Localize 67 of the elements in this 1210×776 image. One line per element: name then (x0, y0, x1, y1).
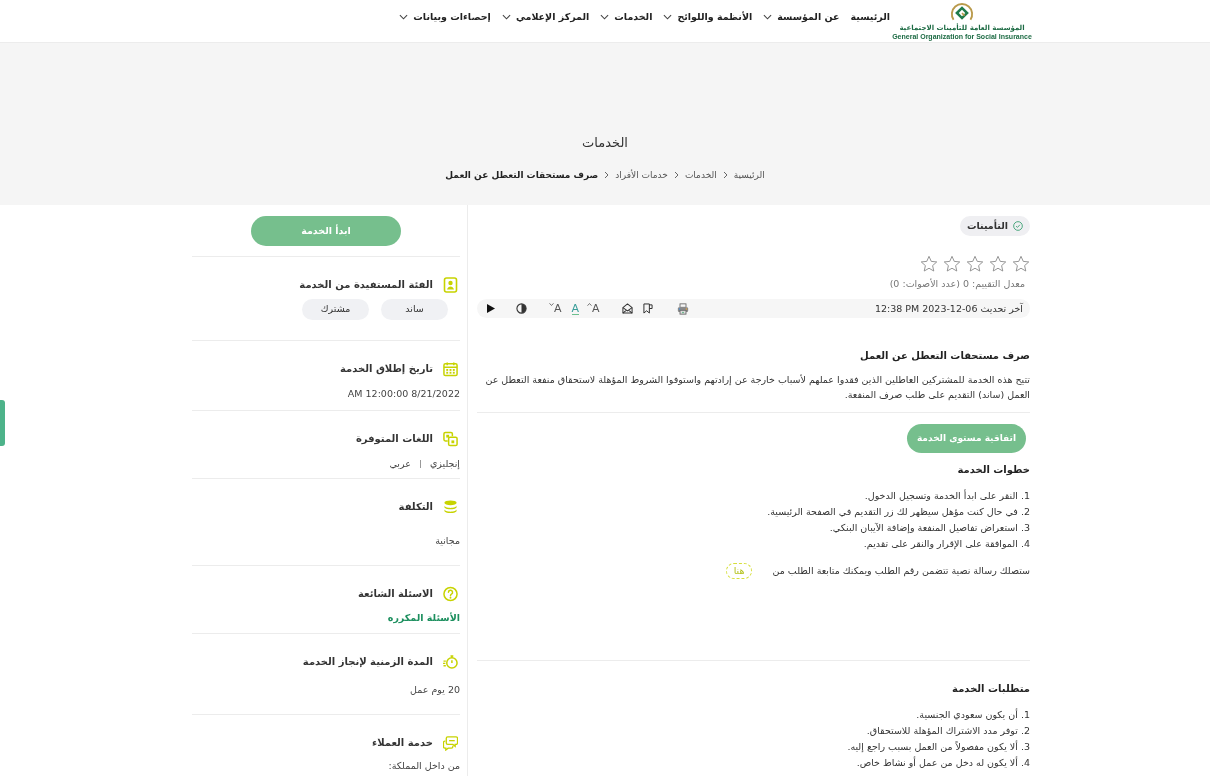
star-outline-icon[interactable] (989, 255, 1007, 273)
help-icon (443, 586, 458, 602)
requirement-item: 3. ألا يكون مفصولاً من العمل بسبب راجع إليه. (847, 739, 1030, 754)
step-item: 4. الموافقة على الإقرار والنقر على تقديم. (862, 537, 1030, 552)
info-title: الفئة المستفيدة من الخدمة (299, 278, 433, 293)
printer-icon[interactable] (676, 302, 689, 315)
play-icon[interactable] (487, 304, 495, 313)
service-description: تتيح هذه الخدمة للمشتركين العاطلين الذين فقدوا عملهم لأسباب خارجة عن إرادتهم واستوفوا الشروط المؤهلة لاستحقاق منفعة التعطل عن العمل (ساند) التقديم على طلب صرف المنفعة. (484, 373, 1030, 402)
chevron-icon (673, 171, 679, 179)
chevron-icon (722, 171, 728, 179)
info-title: اللغات المتوفرة (355, 432, 433, 447)
info-title: خدمة العملاء (372, 736, 433, 750)
audience-chip: مشترك (302, 299, 369, 320)
category-tag[interactable]: التأمينات (959, 216, 1030, 236)
contrast-icon[interactable] (516, 303, 527, 314)
nav-link[interactable]: المركز الإعلامي (501, 10, 590, 24)
info-title: تاريخ إطلاق الخدمة (340, 362, 433, 377)
bookmark-icon[interactable] (642, 303, 653, 314)
calendar-icon (443, 361, 458, 377)
requirement-item: 1. أن يكون سعودي الجنسية. (915, 707, 1030, 722)
info-value: 20 يوم عمل (409, 684, 460, 696)
star-outline-icon[interactable] (920, 255, 938, 273)
requirement-item: 4. ألا يكون له دخل من عمل أو نشاط خاص. (855, 755, 1030, 770)
translate-icon (443, 431, 458, 447)
service-title: صرف مستحقات التعطل عن العمل (860, 349, 1030, 364)
breadcrumb-link[interactable]: الرئيسية (733, 169, 765, 181)
nav-link[interactable]: الأنظمة واللوائح (663, 10, 753, 24)
language-name: إنجليزي (429, 458, 460, 470)
increase-font-button[interactable]: A (587, 302, 600, 315)
stopwatch-icon (443, 654, 458, 670)
step-item: 1. النقر على ابدأ الخدمة وتسجيل الدخول. (863, 488, 1030, 503)
caret-down-icon (549, 302, 554, 306)
nav-link[interactable]: الخدمات (600, 10, 653, 24)
caret-up-icon (587, 302, 593, 306)
chat-icon (443, 735, 458, 751)
star-outline-icon[interactable] (1012, 255, 1030, 273)
breadcrumb-link[interactable]: خدمات الأفراد (615, 169, 668, 181)
breadcrumb-link[interactable]: الخدمات (684, 169, 717, 181)
page-title: الخدمات (582, 134, 628, 152)
info-value: مجانية (434, 535, 460, 547)
check-circle-icon (1013, 221, 1023, 231)
info-title: المدة الزمنية لإنجاز الخدمة (302, 655, 433, 670)
requirement-item: 2. توفر مدد الاشتراك المؤهلة للاستحقاق. (865, 724, 1030, 738)
info-title: الاسئلة الشائعة (358, 587, 433, 601)
step-item: 2. في حال كنت مؤهل سيظهر لك زر التقديم في الصفحة الرئيسية. (767, 505, 1030, 520)
info-value: 8/21/2022 12:00:00 AM (346, 388, 460, 400)
audience-chip: ساند (381, 299, 448, 320)
nav-link[interactable]: الرئيسية (850, 10, 890, 24)
rating-summary: معدل التقييم: 0 (عدد الأصوات: 0) (889, 278, 1025, 290)
nav-link[interactable]: عن المؤسسة (763, 10, 840, 24)
breadcrumb-current: صرف مستحقات التعطل عن العمل (445, 169, 599, 181)
section-heading: خطوات الخدمة (957, 463, 1030, 477)
info-value: من داخل المملكة: (387, 760, 460, 772)
decrease-font-button[interactable]: A (549, 302, 562, 315)
user-badge-icon (443, 277, 458, 293)
faq-link[interactable]: الأسئلة المكرره (387, 612, 460, 624)
section-heading: متطلبات الخدمة (952, 682, 1030, 696)
steps-note: ستصلك رسالة نصية تتضمن رقم الطلب ويمكنك متابعة الطلب من هنا (725, 562, 1030, 580)
star-outline-icon[interactable] (966, 255, 984, 273)
coins-icon (443, 499, 458, 515)
star-outline-icon[interactable] (943, 255, 961, 273)
envelope-icon[interactable] (621, 303, 633, 314)
info-title: التكلفة (398, 500, 433, 514)
step-item: 3. استعراض تفاصيل المنفعة وإضافة الآيبان البنكي. (828, 521, 1030, 535)
nav-link[interactable]: إحصاءات وبيانات (399, 10, 491, 24)
chevron-icon (604, 171, 610, 179)
language-name: عربي (389, 458, 411, 470)
